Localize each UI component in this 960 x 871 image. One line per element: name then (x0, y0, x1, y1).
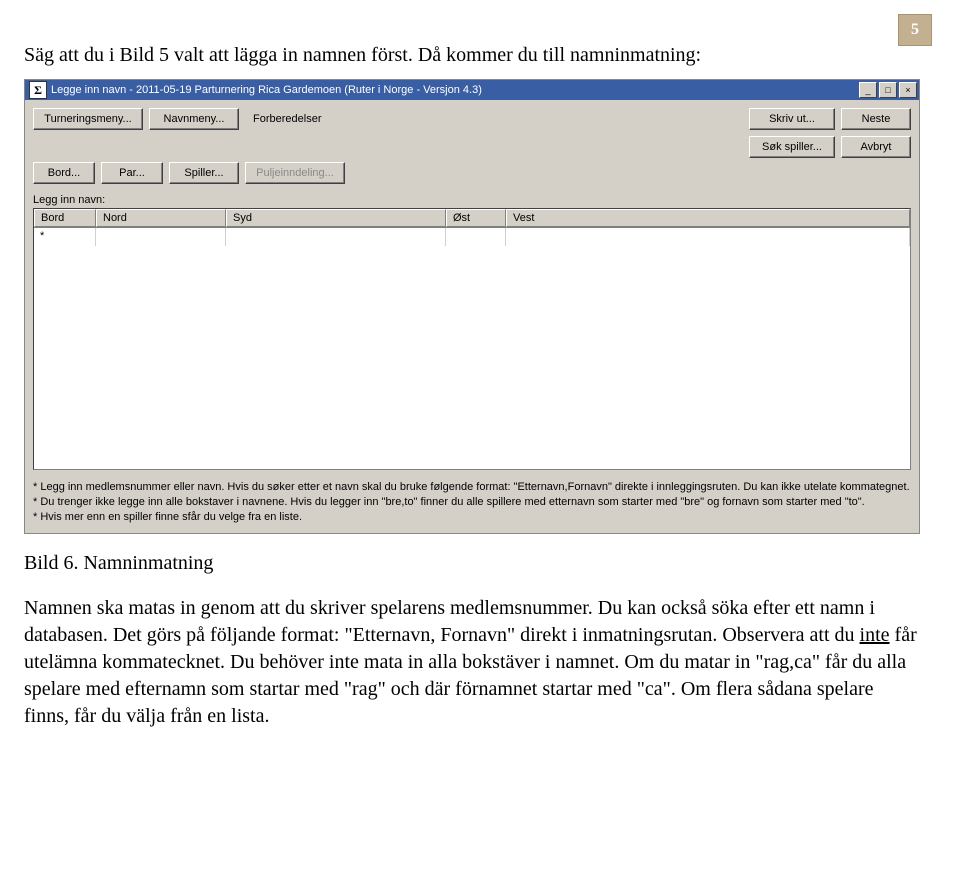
par-button[interactable]: Par... (101, 162, 163, 184)
col-vest: Vest (506, 209, 910, 227)
sok-spiller-button[interactable]: Søk spiller... (749, 136, 835, 158)
cell-ost[interactable] (446, 228, 506, 246)
skriv-ut-button[interactable]: Skriv ut... (749, 108, 835, 130)
body-part-1: Namnen ska matas in genom att du skriver… (24, 597, 875, 646)
body-paragraph: Namnen ska matas in genom att du skriver… (24, 595, 920, 730)
col-ost: Øst (446, 209, 506, 227)
col-nord: Nord (96, 209, 226, 227)
cell-vest[interactable] (506, 228, 910, 246)
page-number-badge: 5 (898, 14, 932, 46)
titlebar: Σ Legge inn navn - 2011-05-19 Parturneri… (25, 80, 919, 100)
avbryt-button[interactable]: Avbryt (841, 136, 911, 158)
hint-line-3: * Hvis mer enn en spiller finne sfår du … (33, 510, 911, 525)
col-syd: Syd (226, 209, 446, 227)
name-entry-table[interactable]: Bord Nord Syd Øst Vest * (33, 208, 911, 470)
page-number: 5 (911, 21, 919, 39)
navnmeny-button[interactable]: Navnmeny... (149, 108, 239, 130)
toolbar-row-1: Turneringsmeny... Navnmeny... Forberedel… (25, 100, 919, 162)
toolbar-row-2: Bord... Par... Spiller... Puljeinndeling… (25, 162, 919, 190)
col-bord: Bord (34, 209, 96, 227)
table-header: Bord Nord Syd Øst Vest (34, 209, 910, 228)
forberedelser-label: Forberedelser (245, 108, 329, 130)
figure-caption: Bild 6. Namninmatning (24, 552, 920, 575)
hint-line-2: * Du trenger ikke legge inn alle bokstav… (33, 495, 911, 510)
legg-inn-navn-label: Legg inn navn: (25, 190, 919, 208)
maximize-button[interactable]: □ (879, 82, 897, 98)
turneringsmeny-button[interactable]: Turneringsmeny... (33, 108, 143, 130)
neste-button[interactable]: Neste (841, 108, 911, 130)
puljeinndeling-button[interactable]: Puljeinndeling... (245, 162, 345, 184)
minimize-button[interactable]: _ (859, 82, 877, 98)
close-button[interactable]: × (899, 82, 917, 98)
hint-line-1: * Legg inn medlemsnummer eller navn. Hvi… (33, 480, 911, 495)
spiller-button[interactable]: Spiller... (169, 162, 239, 184)
cell-nord[interactable] (96, 228, 226, 246)
body-underline: inte (860, 624, 890, 646)
intro-text: Säg att du i Bild 5 valt att lägga in na… (24, 42, 804, 69)
cell-bord[interactable]: * (34, 228, 96, 246)
bord-button[interactable]: Bord... (33, 162, 95, 184)
app-icon: Σ (29, 81, 47, 99)
table-row[interactable]: * (34, 228, 910, 246)
cell-syd[interactable] (226, 228, 446, 246)
app-window: Σ Legge inn navn - 2011-05-19 Parturneri… (24, 79, 920, 534)
hints-panel: * Legg inn medlemsnummer eller navn. Hvi… (25, 476, 919, 533)
window-title: Legge inn navn - 2011-05-19 Parturnering… (51, 84, 857, 96)
